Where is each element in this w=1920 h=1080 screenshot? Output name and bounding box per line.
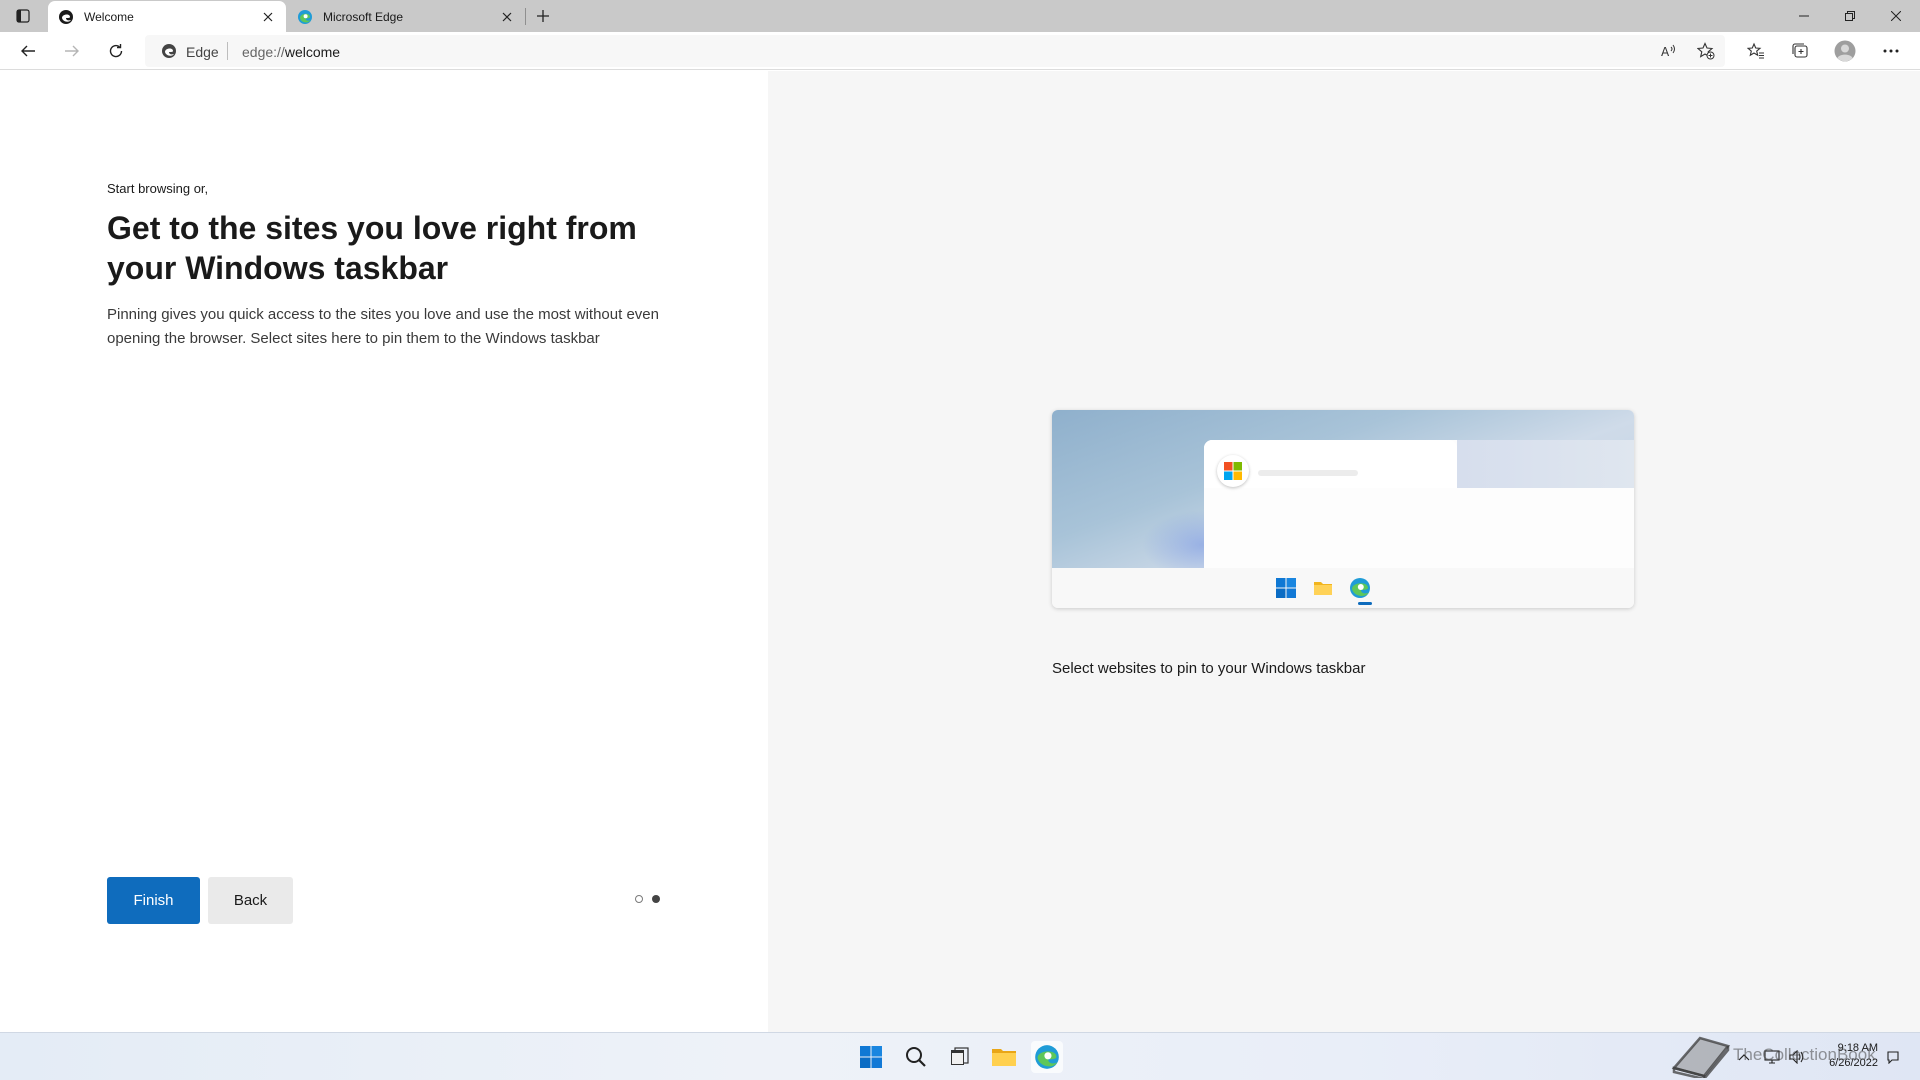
tab-actions-icon xyxy=(16,9,30,23)
svg-text:A: A xyxy=(1661,45,1670,59)
profile-button[interactable] xyxy=(1829,36,1861,66)
back-step-button[interactable]: Back xyxy=(208,877,293,924)
folder-icon xyxy=(992,1049,1016,1066)
forward-button[interactable] xyxy=(56,36,88,66)
favorites-button[interactable] xyxy=(1740,36,1772,66)
tab-microsoft-edge[interactable]: Microsoft Edge xyxy=(287,1,525,32)
close-icon xyxy=(263,12,273,21)
page-title: Get to the sites you love right from you… xyxy=(107,210,637,286)
edge-logo-icon xyxy=(1350,578,1370,598)
microsoft-logo-icon xyxy=(1217,455,1249,487)
close-icon xyxy=(502,12,512,21)
restore-button[interactable] xyxy=(1827,0,1873,32)
taskbar-pin-illustration xyxy=(1052,410,1634,608)
watermark-text: TheCollectionBook xyxy=(1733,1045,1876,1064)
windows-taskbar: 9:18 AM 6/26/2022 xyxy=(0,1032,1920,1080)
edge-site-icon xyxy=(162,44,176,58)
refresh-button[interactable] xyxy=(100,36,132,66)
edge-logo-icon xyxy=(298,9,312,24)
page-description: Pinning gives you quick access to the si… xyxy=(107,306,659,347)
url-path: welcome xyxy=(284,44,341,60)
edge-welcome-favicon-icon xyxy=(59,9,73,24)
url-text[interactable]: edge://welcome xyxy=(242,44,340,60)
tab-close-button[interactable] xyxy=(256,5,280,29)
address-separator xyxy=(227,42,228,60)
illustration-taskbar xyxy=(1052,568,1634,608)
close-window-button[interactable] xyxy=(1873,0,1919,32)
browser-toolbar: Edge edge://welcome A xyxy=(0,32,1920,70)
site-label: Edge xyxy=(186,44,219,60)
read-aloud-button[interactable]: A xyxy=(1657,40,1681,62)
folder-icon xyxy=(1314,582,1332,595)
edge-taskbar-button[interactable] xyxy=(1031,1041,1063,1073)
minimize-icon xyxy=(1799,15,1809,17)
more-button[interactable] xyxy=(1875,36,1907,66)
back-button[interactable] xyxy=(12,36,44,66)
tab-welcome[interactable]: Welcome xyxy=(48,1,286,32)
search-icon xyxy=(906,1047,926,1067)
windows-start-icon xyxy=(860,1046,882,1068)
new-tab-button[interactable] xyxy=(530,4,556,28)
start-button[interactable] xyxy=(855,1041,887,1073)
plus-icon xyxy=(537,10,549,22)
illustration-toolband xyxy=(1457,440,1634,488)
add-favorite-button[interactable] xyxy=(1694,40,1718,62)
profile-icon xyxy=(1834,40,1856,62)
minimize-button[interactable] xyxy=(1781,0,1827,32)
kicker-text: Start browsing or, xyxy=(107,181,209,196)
restore-icon xyxy=(1845,11,1855,21)
illustration-caption: Select websites to pin to your Windows t… xyxy=(1052,660,1366,677)
star-plus-icon xyxy=(1697,42,1715,60)
windows-start-icon xyxy=(1276,578,1296,598)
search-button[interactable] xyxy=(900,1041,932,1073)
read-aloud-icon: A xyxy=(1661,44,1675,59)
tab-actions-button[interactable] xyxy=(12,6,34,26)
illustration-placeholder-bar xyxy=(1258,470,1358,476)
illustration-running-indicator xyxy=(1358,602,1372,605)
task-view-icon xyxy=(951,1047,969,1065)
arrow-left-icon xyxy=(21,45,35,57)
refresh-icon xyxy=(109,44,123,58)
url-scheme: edge:// xyxy=(242,44,285,60)
task-view-button[interactable] xyxy=(943,1041,975,1073)
tab-separator xyxy=(525,8,526,25)
close-icon xyxy=(1891,11,1901,21)
address-bar[interactable]: Edge edge://welcome A xyxy=(145,35,1725,67)
finish-button[interactable]: Finish xyxy=(107,877,200,924)
favorites-icon xyxy=(1747,42,1764,59)
edge-logo-icon xyxy=(1035,1045,1059,1069)
tab-title: Welcome xyxy=(84,9,134,24)
file-explorer-button[interactable] xyxy=(988,1041,1020,1073)
tab-strip: Welcome Microsoft Edge xyxy=(0,0,1920,32)
step-indicator-2[interactable] xyxy=(652,895,660,903)
tab-close-button[interactable] xyxy=(495,5,519,29)
welcome-right-pane: Select websites to pin to your Windows t… xyxy=(768,71,1920,1032)
collections-icon xyxy=(1792,43,1808,58)
tab-title: Microsoft Edge xyxy=(323,9,404,24)
welcome-left-pane: Start browsing or, Get to the sites you … xyxy=(0,71,768,1032)
more-icon xyxy=(1883,49,1899,53)
arrow-right-icon xyxy=(65,45,79,57)
collections-button[interactable] xyxy=(1784,36,1816,66)
step-indicator-1[interactable] xyxy=(635,895,643,903)
